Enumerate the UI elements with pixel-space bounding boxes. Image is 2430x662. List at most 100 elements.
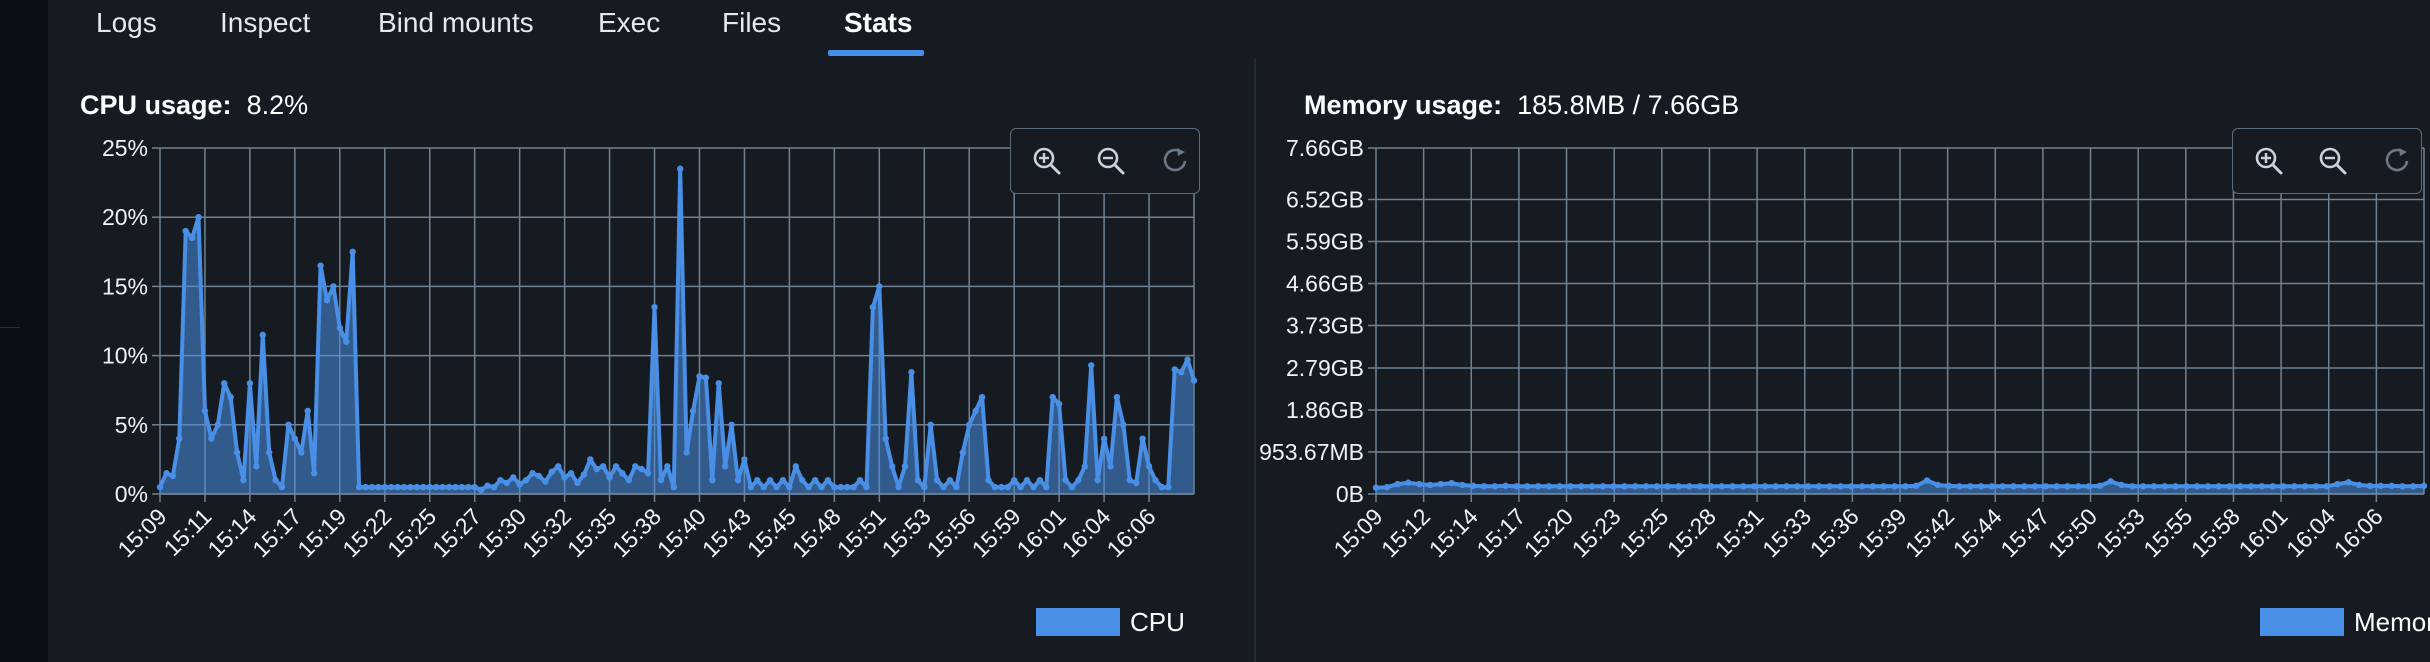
data-point	[1642, 483, 1650, 490]
reset-icon[interactable]	[2379, 143, 2415, 179]
zoom-in-icon[interactable]	[1029, 143, 1065, 179]
data-point	[304, 407, 311, 415]
data-point	[1664, 483, 1671, 490]
data-point	[1088, 362, 1095, 369]
data-point	[2420, 482, 2428, 490]
data-point	[1815, 483, 1823, 490]
data-point	[953, 483, 960, 491]
data-point	[2215, 483, 2222, 490]
memory-legend-label: Memory	[2354, 607, 2430, 637]
x-tick-label: 15:45	[742, 503, 801, 562]
cpu-legend-label: CPU	[1130, 607, 1185, 637]
y-tick-label: 10%	[102, 343, 148, 369]
y-tick-label: 2.79GB	[1286, 355, 1364, 381]
data-point	[593, 465, 600, 473]
data-point	[1480, 483, 1488, 490]
data-point	[786, 483, 793, 491]
x-tick-label: 15:22	[337, 503, 396, 562]
x-tick-label: 15:35	[562, 503, 621, 562]
data-point	[985, 476, 992, 484]
data-point	[1945, 482, 1952, 490]
tab-logs[interactable]: Logs	[96, 0, 157, 58]
data-point	[2118, 481, 2125, 489]
y-tick-label: 3.73GB	[1286, 313, 1364, 339]
x-tick-label: 16:06	[2329, 503, 2388, 562]
data-point	[336, 324, 344, 332]
data-point	[1036, 476, 1044, 484]
data-point	[856, 476, 864, 484]
data-point	[2258, 483, 2266, 490]
data-point	[291, 435, 299, 442]
data-point	[2085, 483, 2093, 490]
data-point	[683, 449, 690, 456]
data-point	[1588, 483, 1596, 490]
data-point	[484, 482, 491, 489]
data-point	[542, 478, 549, 485]
data-point	[1004, 483, 1011, 491]
data-point	[214, 421, 222, 428]
zoom-out-icon[interactable]	[1093, 143, 1129, 179]
data-point	[1062, 476, 1069, 484]
reset-icon[interactable]	[1157, 143, 1193, 179]
x-tick-label: 15:51	[832, 503, 891, 562]
x-tick-label: 15:40	[652, 503, 711, 562]
data-point	[882, 435, 889, 442]
data-point	[2237, 483, 2244, 490]
data-point	[2366, 482, 2374, 490]
data-point	[599, 463, 607, 470]
data-point	[927, 421, 934, 428]
data-point	[1068, 483, 1076, 491]
data-point	[2139, 483, 2147, 490]
tab-inspect[interactable]: Inspect	[220, 0, 310, 58]
data-point	[2301, 483, 2309, 490]
x-tick-label: 15:17	[1471, 503, 1530, 562]
data-point	[1139, 435, 1146, 442]
data-point	[612, 463, 620, 470]
y-tick-label: 6.52GB	[1286, 186, 1364, 212]
data-point	[1491, 483, 1499, 490]
data-point	[799, 476, 806, 484]
data-point	[606, 474, 613, 481]
data-point	[946, 476, 954, 484]
x-tick-label: 15:33	[1757, 503, 1816, 562]
data-point	[1448, 479, 1455, 487]
data-point	[522, 476, 530, 484]
data-point	[516, 481, 523, 488]
zoom-out-icon[interactable]	[2315, 143, 2351, 179]
x-tick-label: 15:59	[967, 503, 1026, 562]
x-tick-label: 15:42	[1900, 503, 1959, 562]
zoom-in-icon[interactable]	[2251, 143, 2287, 179]
data-point	[1632, 483, 1639, 490]
data-point	[2096, 482, 2104, 490]
data-point	[368, 483, 376, 491]
data-point	[458, 483, 466, 491]
tab-exec[interactable]: Exec	[598, 0, 660, 58]
x-tick-label: 15:20	[1519, 503, 1578, 562]
data-point	[1545, 483, 1553, 490]
data-point	[1081, 463, 1089, 470]
data-point	[439, 483, 446, 491]
data-point	[1049, 393, 1056, 401]
x-tick-label: 16:06	[1101, 503, 1160, 562]
x-tick-label: 15:36	[1805, 503, 1864, 562]
y-tick-label: 4.66GB	[1286, 271, 1364, 297]
data-point	[876, 283, 883, 290]
cpu-legend-swatch	[1036, 608, 1120, 636]
data-point	[169, 472, 177, 480]
tab-files[interactable]: Files	[722, 0, 781, 58]
data-point	[343, 338, 350, 345]
container-stats-view: Logs Inspect Bind mounts Exec Files Stat…	[48, 0, 2430, 662]
data-point	[1120, 421, 1127, 428]
data-point	[632, 463, 639, 470]
data-point	[1740, 483, 1747, 490]
data-point	[2280, 483, 2287, 490]
data-point	[863, 483, 870, 491]
data-point	[535, 472, 543, 480]
tab-bind-mounts[interactable]: Bind mounts	[378, 0, 534, 58]
x-tick-label: 15:30	[472, 503, 531, 562]
data-point	[664, 463, 671, 470]
data-point	[966, 421, 973, 428]
data-point	[1610, 483, 1617, 490]
data-point	[1171, 366, 1178, 373]
data-point	[477, 486, 485, 494]
